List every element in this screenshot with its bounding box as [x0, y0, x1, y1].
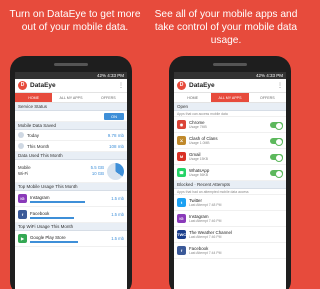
app-title: DataEye: [189, 82, 215, 89]
service-toggle[interactable]: ON: [104, 112, 124, 120]
instagram-icon: IG: [18, 194, 27, 203]
tab-home[interactable]: HOME: [15, 93, 53, 102]
chrome-icon: ◉: [177, 120, 186, 129]
open-app-row[interactable]: ⚔ Clash of Clans Usage 1.0MB: [174, 133, 286, 149]
saved-row-today: Today 9.78 mb: [15, 130, 127, 141]
tab-all-my-apps[interactable]: ALL MY APPS: [211, 93, 249, 102]
used-value: 10 GB: [91, 171, 104, 176]
top-mobile-app-row[interactable]: f Facebook 1.5 mb: [15, 207, 127, 223]
blocked-app-row[interactable]: TWC The Weather Channel Last Attempt 7:4…: [174, 227, 286, 243]
app-usage-value: 1.5 mb: [111, 236, 124, 241]
blocked-apps-header: Blocked · Recent Attempts: [174, 181, 286, 189]
saved-label: This Month: [27, 143, 50, 149]
data-access-toggle[interactable]: [270, 137, 283, 146]
facebook-icon: f: [18, 210, 27, 219]
app-usage-value: 1.5 mb: [111, 196, 124, 201]
saved-label: Today: [27, 132, 40, 138]
last-attempt: Last Attempt 7:44 PM: [189, 251, 222, 255]
top-wifi-header: Top WiFi Usage This Month: [15, 223, 127, 231]
saved-value: 9.78 mb: [107, 132, 124, 138]
usage-pie-chart: [107, 162, 124, 180]
app-bar: D DataEye ⋮: [15, 79, 127, 93]
facebook-icon: f: [177, 246, 186, 255]
tab-bar: HOME ALL MY APPS OFFERS: [15, 93, 127, 103]
service-status-row: ON: [15, 111, 127, 122]
data-access-toggle[interactable]: [270, 153, 283, 162]
service-status-header: Service Status: [15, 103, 127, 111]
status-bar: 42% 4:33 PM: [174, 72, 286, 79]
data-saved-header: Mobile Data Saved: [15, 122, 127, 130]
overflow-menu-icon[interactable]: ⋮: [277, 82, 283, 89]
dataeye-logo-icon: D: [177, 81, 186, 90]
screen-all-apps: 42% 4:33 PM D DataEye ⋮ HOME ALL MY APPS…: [174, 72, 286, 289]
data-used-header: Data Used This Month: [15, 152, 127, 160]
blocked-app-row[interactable]: f Facebook Last Attempt 7:44 PM: [174, 243, 286, 259]
caption-left: Turn on DataEye to get more out of your …: [9, 9, 141, 33]
app-usage: Usage 56KB: [189, 173, 209, 177]
data-used-row: Mobile 5.5 GB Wi-Fi 10 GB: [15, 160, 127, 183]
tab-home[interactable]: HOME: [174, 93, 211, 102]
tab-all-my-apps[interactable]: ALL MY APPS: [52, 93, 89, 102]
status-bar: 42% 4:33 PM: [15, 72, 127, 79]
blocked-app-row[interactable]: t Twitter Last Attempt 7:48 PM: [174, 195, 286, 211]
saved-value: 108 mb: [108, 143, 124, 149]
open-apps-header: Open: [174, 103, 286, 111]
caption-right: See all of your mobile apps and take con…: [154, 9, 298, 46]
data-access-toggle[interactable]: [270, 169, 283, 178]
top-mobile-app-row[interactable]: IG Instagram 1.5 mb: [15, 191, 127, 207]
play-store-icon: ▶: [18, 234, 27, 243]
weather-channel-icon: TWC: [177, 230, 187, 239]
top-mobile-header: Top Mobile Usage This Month: [15, 183, 127, 191]
app-name: Google Play Store: [30, 234, 66, 240]
last-attempt: Last Attempt 7:46 PM: [189, 219, 222, 223]
usage-bar: [30, 216, 74, 219]
dataeye-logo-icon: D: [18, 81, 27, 90]
app-usage: Usage 7MB: [189, 125, 207, 129]
speaker-grill: [54, 63, 88, 66]
app-usage-value: 1.5 mb: [111, 212, 124, 217]
app-name: Instagram: [30, 194, 50, 200]
clash-of-clans-icon: ⚔: [177, 136, 186, 145]
app-bar: D DataEye ⋮: [174, 79, 286, 93]
used-label: Wi-Fi: [18, 171, 29, 176]
open-app-row[interactable]: ◉ Chrome Usage 7MB: [174, 117, 286, 133]
whatsapp-icon: ☎: [177, 168, 186, 177]
speaker-grill: [213, 63, 247, 66]
app-usage: Usage 15KB: [189, 157, 209, 161]
last-attempt: Last Attempt 7:46 PM: [189, 235, 222, 239]
phone-left: 42% 4:33 PM D DataEye ⋮ HOME ALL MY APPS…: [10, 56, 132, 289]
phone-right: 42% 4:33 PM D DataEye ⋮ HOME ALL MY APPS…: [169, 56, 291, 289]
blocked-app-row[interactable]: IG Instagram Last Attempt 7:46 PM: [174, 211, 286, 227]
usage-bar: [30, 240, 78, 243]
usage-bar: [30, 200, 86, 203]
gmail-icon: M: [177, 152, 186, 161]
tab-offers[interactable]: OFFERS: [90, 93, 127, 102]
app-title: DataEye: [30, 82, 56, 89]
tab-bar: HOME ALL MY APPS OFFERS: [174, 93, 286, 103]
open-app-row[interactable]: ☎ WhatsApp Usage 56KB: [174, 165, 286, 181]
tab-offers[interactable]: OFFERS: [249, 93, 286, 102]
saved-row-month: This Month 108 mb: [15, 141, 127, 152]
open-app-row[interactable]: M Gmail Usage 15KB: [174, 149, 286, 165]
data-access-toggle[interactable]: [270, 121, 283, 130]
instagram-icon: IG: [177, 214, 186, 223]
used-line-wifi: Wi-Fi 10 GB: [18, 171, 104, 177]
last-attempt: Last Attempt 7:48 PM: [189, 203, 222, 207]
overflow-menu-icon[interactable]: ⋮: [118, 82, 124, 89]
top-wifi-app-row[interactable]: ▶ Google Play Store 1.5 mb: [15, 231, 127, 247]
twitter-icon: t: [177, 198, 186, 207]
app-usage: Usage 1.0MB: [189, 141, 210, 145]
screen-home: 42% 4:33 PM D DataEye ⋮ HOME ALL MY APPS…: [15, 72, 127, 289]
app-name: Facebook: [30, 210, 50, 216]
